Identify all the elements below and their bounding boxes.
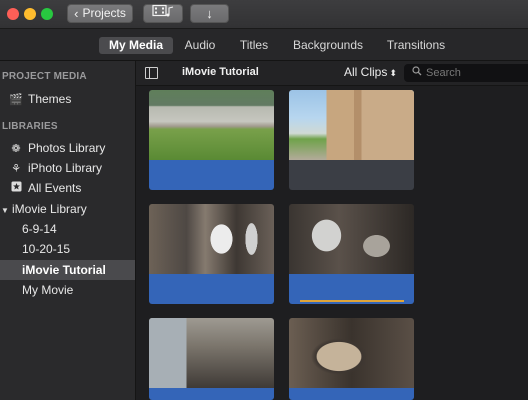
tab-transitions[interactable]: Transitions [383, 37, 449, 54]
tab-backgrounds[interactable]: Backgrounds [290, 37, 366, 54]
sidebar-item-label: iMovie Library [12, 202, 87, 216]
clip-thumbnail[interactable] [289, 318, 414, 400]
clip-thumbnail[interactable] [149, 204, 274, 304]
zoom-window-button[interactable] [41, 8, 53, 20]
clip-image-pouring-metal [289, 204, 414, 274]
clip-thumbnail[interactable] [289, 204, 414, 304]
search-placeholder: Search [426, 67, 461, 79]
palm-tree-icon: ⚘ [11, 163, 21, 175]
clip-thumbnail[interactable] [149, 90, 274, 190]
close-window-button[interactable] [7, 8, 19, 20]
sidebar-item-label: Themes [28, 92, 72, 106]
star-icon [9, 179, 23, 199]
clip-grid [136, 86, 528, 400]
clip-audio-bar [149, 160, 274, 190]
clip-image-campus-building [289, 90, 414, 160]
tab-audio[interactable]: Audio [181, 37, 219, 54]
clapperboard-icon: 🎬 [9, 94, 23, 106]
search-icon [412, 64, 422, 82]
sidebar-item-themes[interactable]: 🎬 Themes [0, 89, 135, 109]
tab-my-media[interactable]: My Media [99, 37, 173, 54]
sidebar-item-iphoto-library[interactable]: ⚘ iPhoto Library [0, 158, 135, 178]
tab-titles[interactable]: Titles [235, 37, 273, 54]
libraries-sidebar: PROJECT MEDIA 🎬 Themes LIBRARIES ❁ Photos … [0, 61, 136, 400]
photos-icon: ❁ [11, 143, 21, 155]
clip-thumbnail[interactable] [289, 90, 414, 190]
sidebar-item-event-6-9-14[interactable]: 6-9-14 [0, 219, 135, 239]
sidebar-item-label: Photos Library [28, 141, 106, 155]
clip-audio-bar [289, 274, 414, 304]
chevron-left-icon: ‹ [74, 6, 79, 21]
clip-audio-bar [149, 274, 274, 304]
clip-image-foundry-workers [149, 204, 274, 274]
clip-image-university-sign [149, 90, 274, 160]
sidebar-item-my-movie[interactable]: My Movie [0, 280, 135, 300]
page-title: iMovie Tutorial [182, 66, 259, 78]
clip-image-casting-mold [289, 318, 414, 388]
browser-header: iMovie Tutorial All Clips ⬍ Search [136, 61, 528, 86]
sidebar-item-photos-library[interactable]: ❁ Photos Library [0, 138, 135, 158]
sidebar-item-all-events[interactable]: All Events [0, 178, 135, 198]
clip-thumbnail[interactable] [149, 318, 274, 400]
projects-button-label: Projects [82, 6, 126, 20]
clip-filter-label: All Clips [344, 65, 388, 79]
film-music-icon [152, 4, 174, 23]
media-browser-button[interactable] [143, 4, 183, 23]
minimize-window-button[interactable] [24, 8, 36, 20]
project-media-header: PROJECT MEDIA [2, 71, 87, 82]
clip-audio-bar [149, 388, 274, 400]
media-tab-bar: My Media Audio Titles Backgrounds Transi… [0, 29, 528, 61]
disclosure-triangle-icon[interactable]: ▼ [0, 201, 10, 221]
projects-button[interactable]: ‹ Projects [67, 4, 133, 23]
clip-usage-indicator [300, 300, 404, 302]
import-button[interactable]: ↓ [190, 4, 229, 23]
search-input[interactable]: Search [404, 64, 528, 82]
sidebar-item-event-10-20-15[interactable]: 10-20-15 [0, 239, 135, 259]
down-arrow-icon: ↓ [206, 6, 213, 21]
sidebar-item-imovie-tutorial[interactable]: iMovie Tutorial [0, 260, 135, 280]
sidebar-toggle-icon[interactable] [145, 67, 158, 79]
sidebar-item-label: All Events [28, 181, 82, 195]
clip-filter-select[interactable]: All Clips ⬍ [344, 65, 397, 79]
sidebar-item-imovie-library[interactable]: ▼ iMovie Library [0, 199, 135, 219]
sidebar-item-label: iPhoto Library [28, 161, 103, 175]
clip-audio-bar [289, 160, 414, 190]
clip-audio-bar [289, 388, 414, 400]
clip-image-control-panel [149, 318, 274, 388]
libraries-header: LIBRARIES [2, 121, 58, 132]
chevron-updown-icon: ⬍ [389, 68, 397, 78]
window-toolbar: ‹ Projects ↓ [0, 0, 528, 29]
